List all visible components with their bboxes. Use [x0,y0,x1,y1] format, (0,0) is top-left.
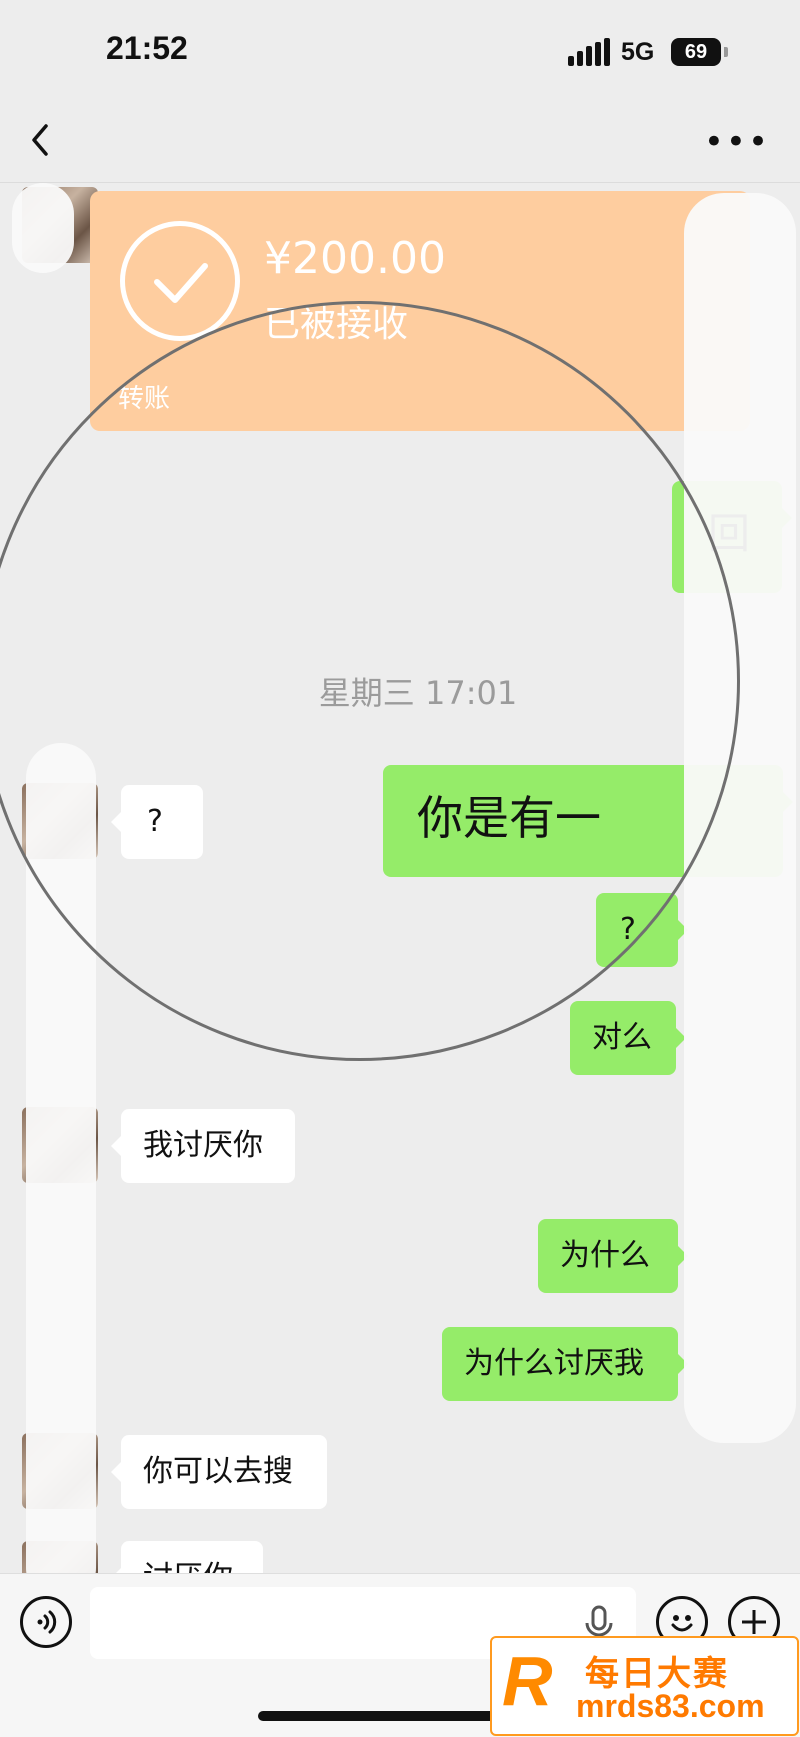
chevron-left-icon [32,124,48,156]
more-button[interactable]: ••• [704,122,770,162]
signal-icon [568,38,610,66]
transfer-card[interactable]: ¥200.00 已被接收 转账 [90,191,750,431]
watermark-logo: R 每日大赛 mrds83.com [490,1636,799,1736]
message-bubble[interactable]: 为什么 [538,1219,688,1293]
more-dots-icon: ••• [703,122,770,162]
voice-icon [37,1610,57,1634]
emoji-icon [671,1615,693,1632]
back-button[interactable] [22,118,62,162]
transfer-status: 已被接收 [264,304,409,345]
message-bubble[interactable]: 讨厌你 [111,1541,263,1573]
transfer-label: 转账 [118,384,171,414]
check-icon [120,221,240,341]
message-bubble[interactable]: ? [596,893,688,967]
watermark-r-logo: R [502,1642,553,1720]
message-bubble[interactable]: ? [111,785,203,859]
message-bubble[interactable]: 我讨厌你 [111,1109,295,1183]
plus-icon [742,1610,766,1634]
voice-button[interactable] [20,1596,72,1648]
status-time: 21:52 [106,30,188,66]
battery-icon: 69 [671,38,728,66]
message-bubble[interactable]: 你可以去搜 [111,1435,327,1509]
status-bar: 21:52 5G 69 [0,0,800,100]
redaction-mark [12,183,74,273]
network-type: 5G [621,38,655,66]
message-timestamp: 星期三 17:01 [318,674,518,712]
message-bubble[interactable]: 对么 [570,1001,686,1075]
redaction-mark [684,193,796,1443]
chat-area[interactable]: ¥200.00 已被接收 转账 回 星期三 17:01 ? 你是有一 ? 对么 … [0,183,800,1573]
redaction-mark [26,743,96,1573]
message-bubble[interactable]: 为什么讨厌我 [442,1327,688,1401]
transfer-amount: ¥200.00 [264,233,446,284]
chat-header: ••• [0,100,800,183]
watermark-url: mrds83.com [576,1688,765,1724]
